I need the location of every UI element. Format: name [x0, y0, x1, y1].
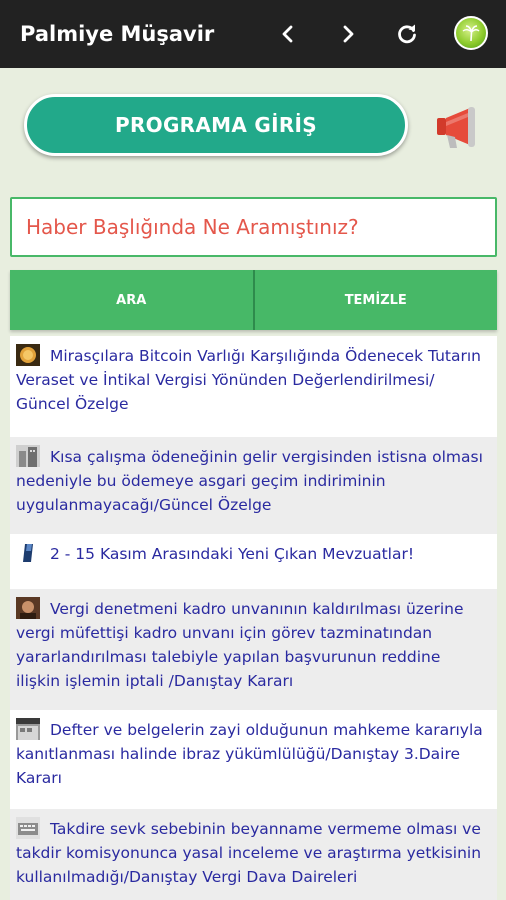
search-actions: ARA TEMİZLE — [10, 270, 497, 330]
news-title: 2 - 15 Kasım Arasındaki Yeni Çıkan Mevzu… — [50, 545, 415, 563]
news-search-box[interactable] — [10, 197, 497, 257]
clear-button-label: TEMİZLE — [344, 292, 407, 308]
court-thumb-icon — [16, 597, 40, 619]
megaphone-icon[interactable] — [434, 104, 484, 150]
news-item[interactable]: Kısa çalışma ödeneğinin gelir vergisinde… — [10, 437, 497, 534]
chevron-right-icon — [343, 25, 354, 43]
search-button-label: ARA — [116, 292, 147, 308]
news-list: Mirasçılara Bitcoin Varlığı Karşılığında… — [10, 336, 497, 900]
news-item[interactable]: Takdire sevk sebebinin beyanname vermeme… — [10, 809, 497, 900]
news-title: Mirasçılara Bitcoin Varlığı Karşılığında… — [16, 347, 481, 413]
app-bar: Palmiye Müşavir — [0, 0, 506, 68]
news-title: Vergi denetmeni kadro unvanının kaldırıl… — [16, 600, 464, 690]
profile-avatar[interactable] — [454, 16, 488, 50]
program-login-button[interactable]: PROGRAMA GİRİŞ — [24, 94, 408, 156]
news-title: Defter ve belgelerin zayi olduğunun mahk… — [16, 721, 483, 787]
keyboard-thumb-icon — [16, 817, 40, 839]
palm-avatar-icon — [462, 25, 480, 42]
bitcoin-thumb-icon — [16, 344, 40, 366]
app-title: Palmiye Müşavir — [20, 22, 215, 46]
refresh-icon — [398, 24, 416, 44]
news-title: Takdire sevk sebebinin beyanname vermeme… — [16, 820, 482, 886]
program-login-label: PROGRAMA GİRİŞ — [114, 113, 317, 137]
clear-button[interactable]: TEMİZLE — [252, 270, 497, 330]
forward-button[interactable] — [332, 18, 364, 50]
news-title: Kısa çalışma ödeneğinin gelir vergisinde… — [16, 448, 483, 514]
news-item[interactable]: Vergi denetmeni kadro unvanının kaldırıl… — [10, 589, 497, 710]
news-item[interactable]: 2 - 15 Kasım Arasındaki Yeni Çıkan Mevzu… — [10, 534, 497, 589]
building-thumb-icon — [16, 718, 40, 740]
document-thumb-icon — [16, 542, 40, 564]
refresh-button[interactable] — [391, 18, 423, 50]
building-thumb-icon — [16, 445, 40, 467]
search-button[interactable]: ARA — [10, 270, 253, 330]
news-item[interactable]: Mirasçılara Bitcoin Varlığı Karşılığında… — [10, 336, 497, 437]
back-button[interactable] — [272, 18, 304, 50]
news-item[interactable]: Defter ve belgelerin zayi olduğunun mahk… — [10, 710, 497, 809]
chevron-left-icon — [282, 25, 293, 43]
news-search-input[interactable] — [24, 214, 483, 240]
